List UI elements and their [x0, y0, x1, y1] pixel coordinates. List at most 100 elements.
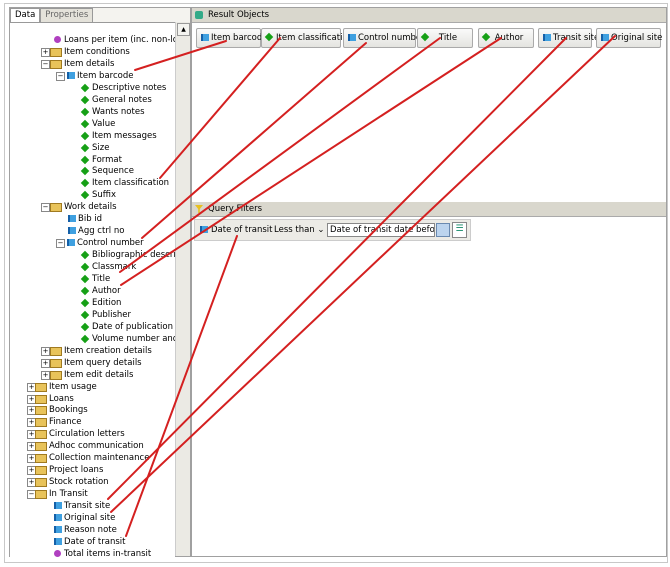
- result-object-button[interactable]: Control number: [343, 28, 425, 48]
- detail-icon: [80, 107, 90, 116]
- tree-item[interactable]: Publisher: [10, 309, 175, 321]
- detail-icon: [80, 286, 90, 296]
- tree-item[interactable]: − Item details: [10, 58, 175, 70]
- folder-icon: [50, 346, 62, 356]
- measure-icon: [54, 549, 61, 557]
- folder-icon: [50, 370, 62, 380]
- tree-item[interactable]: Reason note: [10, 524, 175, 536]
- result-object-button[interactable]: Item barcode: [196, 28, 267, 48]
- expand-icon[interactable]: +: [41, 47, 50, 57]
- tree-item[interactable]: Volume number and titl: [10, 333, 175, 345]
- tree-scrollbar[interactable]: ▲: [175, 22, 190, 556]
- tree-item-label: Date of publication: [92, 321, 173, 332]
- tree-item-label: Date of transit: [64, 536, 126, 547]
- tree-item[interactable]: Bibliographic descriptio: [10, 249, 175, 261]
- tree-item[interactable]: Date of transit: [10, 536, 175, 548]
- prompt-icon[interactable]: [436, 223, 450, 237]
- tree-item[interactable]: + Item conditions: [10, 46, 175, 58]
- tree-item-label: Original site: [64, 513, 116, 523]
- tree-item[interactable]: Author: [10, 285, 175, 297]
- tree-item[interactable]: − Work details: [10, 201, 175, 213]
- tree-item[interactable]: Sequence: [10, 165, 175, 177]
- expand-icon[interactable]: +: [41, 358, 50, 368]
- detail-icon: [80, 83, 90, 93]
- dimension-icon: [200, 226, 208, 233]
- filter-value-input[interactable]: Date of transit date before:: [327, 223, 435, 237]
- tree-item-label: Work details: [64, 202, 117, 213]
- dimension-icon: [67, 239, 75, 247]
- tree-item[interactable]: + Project loans: [10, 464, 175, 476]
- tree-item-label: Control number: [77, 238, 144, 249]
- operator-dropdown[interactable]: Less than ⌄: [274, 220, 325, 240]
- result-object-button[interactable]: Transit site: [538, 28, 599, 48]
- tab-properties[interactable]: Properties: [40, 8, 94, 22]
- tree-item[interactable]: + Item query details: [10, 357, 175, 369]
- tree-item[interactable]: + Bookings: [10, 404, 175, 416]
- collapse-icon[interactable]: −: [41, 203, 50, 213]
- result-object-button[interactable]: Item classification: [261, 28, 353, 48]
- query-panel: Result Objects Item barcode Item classifi…: [191, 7, 667, 557]
- tree-item[interactable]: Total items in-transit: [10, 548, 175, 557]
- tree-item[interactable]: Value: [10, 118, 175, 130]
- collapse-icon[interactable]: −: [56, 71, 65, 81]
- tree-item[interactable]: Suffix: [10, 189, 175, 201]
- tree-item[interactable]: + Collection maintenance: [10, 452, 175, 464]
- detail-icon: [80, 310, 90, 320]
- tree-item[interactable]: Item classification: [10, 177, 175, 189]
- detail-icon: [80, 262, 90, 272]
- tree-item-label: Item messages: [92, 130, 157, 141]
- tree-item[interactable]: Wants notes: [10, 106, 175, 118]
- tree-item[interactable]: − Item barcode: [10, 70, 175, 82]
- filter-condition[interactable]: Date of transit Less than ⌄ Date of tran…: [194, 219, 471, 241]
- tree-item[interactable]: Item messages: [10, 130, 175, 142]
- tree-item-label: Edition: [92, 297, 122, 308]
- folder-icon: [50, 47, 62, 57]
- tree-item-label: Wants notes: [92, 106, 145, 117]
- detail-icon: [80, 119, 90, 128]
- scroll-up-button[interactable]: ▲: [177, 23, 190, 36]
- tree-item[interactable]: Transit site: [10, 500, 175, 512]
- expand-icon[interactable]: +: [41, 370, 50, 380]
- tree-item[interactable]: + Item edit details: [10, 369, 175, 381]
- detail-icon: [80, 322, 90, 332]
- tree-item[interactable]: − Control number: [10, 237, 175, 249]
- dimension-icon: [54, 514, 62, 521]
- tab-data[interactable]: Data: [10, 8, 41, 22]
- tree-item-label: Value: [92, 118, 116, 129]
- tree-item[interactable]: − In Transit: [10, 488, 175, 500]
- tree-item[interactable]: Descriptive notes: [10, 82, 175, 94]
- tree-item[interactable]: Date of publication: [10, 321, 175, 333]
- tree-item[interactable]: Title: [10, 273, 175, 285]
- tree-item[interactable]: + Finance: [10, 416, 175, 428]
- expand-icon[interactable]: +: [41, 346, 50, 356]
- tree-item[interactable]: + Stock rotation: [10, 476, 175, 488]
- tree-item[interactable]: + Item usage: [10, 381, 175, 393]
- result-object-button[interactable]: Title: [417, 28, 473, 48]
- tree-item[interactable]: Format: [10, 154, 175, 166]
- tree-item-label: Bib id: [78, 214, 103, 225]
- result-object-label: Original site: [611, 33, 663, 43]
- collapse-icon[interactable]: −: [41, 59, 50, 69]
- collapse-icon[interactable]: −: [56, 239, 65, 249]
- tree-item-label: Title: [92, 274, 111, 284]
- folder-icon: [35, 442, 47, 452]
- result-object-label: Title: [438, 33, 458, 43]
- tree-item[interactable]: Edition: [10, 297, 175, 309]
- object-tree: Loans per item (inc. non-loans) + Item con…: [10, 22, 175, 557]
- tree-item[interactable]: Loans per item (inc. non-loans): [10, 34, 175, 46]
- tree-item-label: Transit site: [64, 501, 111, 512]
- tree-item[interactable]: Classmark: [10, 261, 175, 273]
- tree-item[interactable]: Bib id: [10, 213, 175, 225]
- tree-item[interactable]: Original site: [10, 512, 175, 524]
- result-object-button[interactable]: Author: [478, 28, 534, 48]
- tree-item[interactable]: + Loans: [10, 393, 175, 405]
- result-object-button[interactable]: Original site: [596, 28, 663, 48]
- list-options-icon[interactable]: ☰: [452, 222, 467, 238]
- tree-item[interactable]: General notes: [10, 94, 175, 106]
- tree-item[interactable]: + Circulation letters: [10, 428, 175, 440]
- tree-item[interactable]: + Item creation details: [10, 345, 175, 357]
- tree-item[interactable]: Size: [10, 142, 175, 154]
- tree-item-label: Loans: [49, 393, 74, 404]
- tree-item[interactable]: + Adhoc communication: [10, 440, 175, 452]
- tree-item[interactable]: Agg ctrl no: [10, 225, 175, 237]
